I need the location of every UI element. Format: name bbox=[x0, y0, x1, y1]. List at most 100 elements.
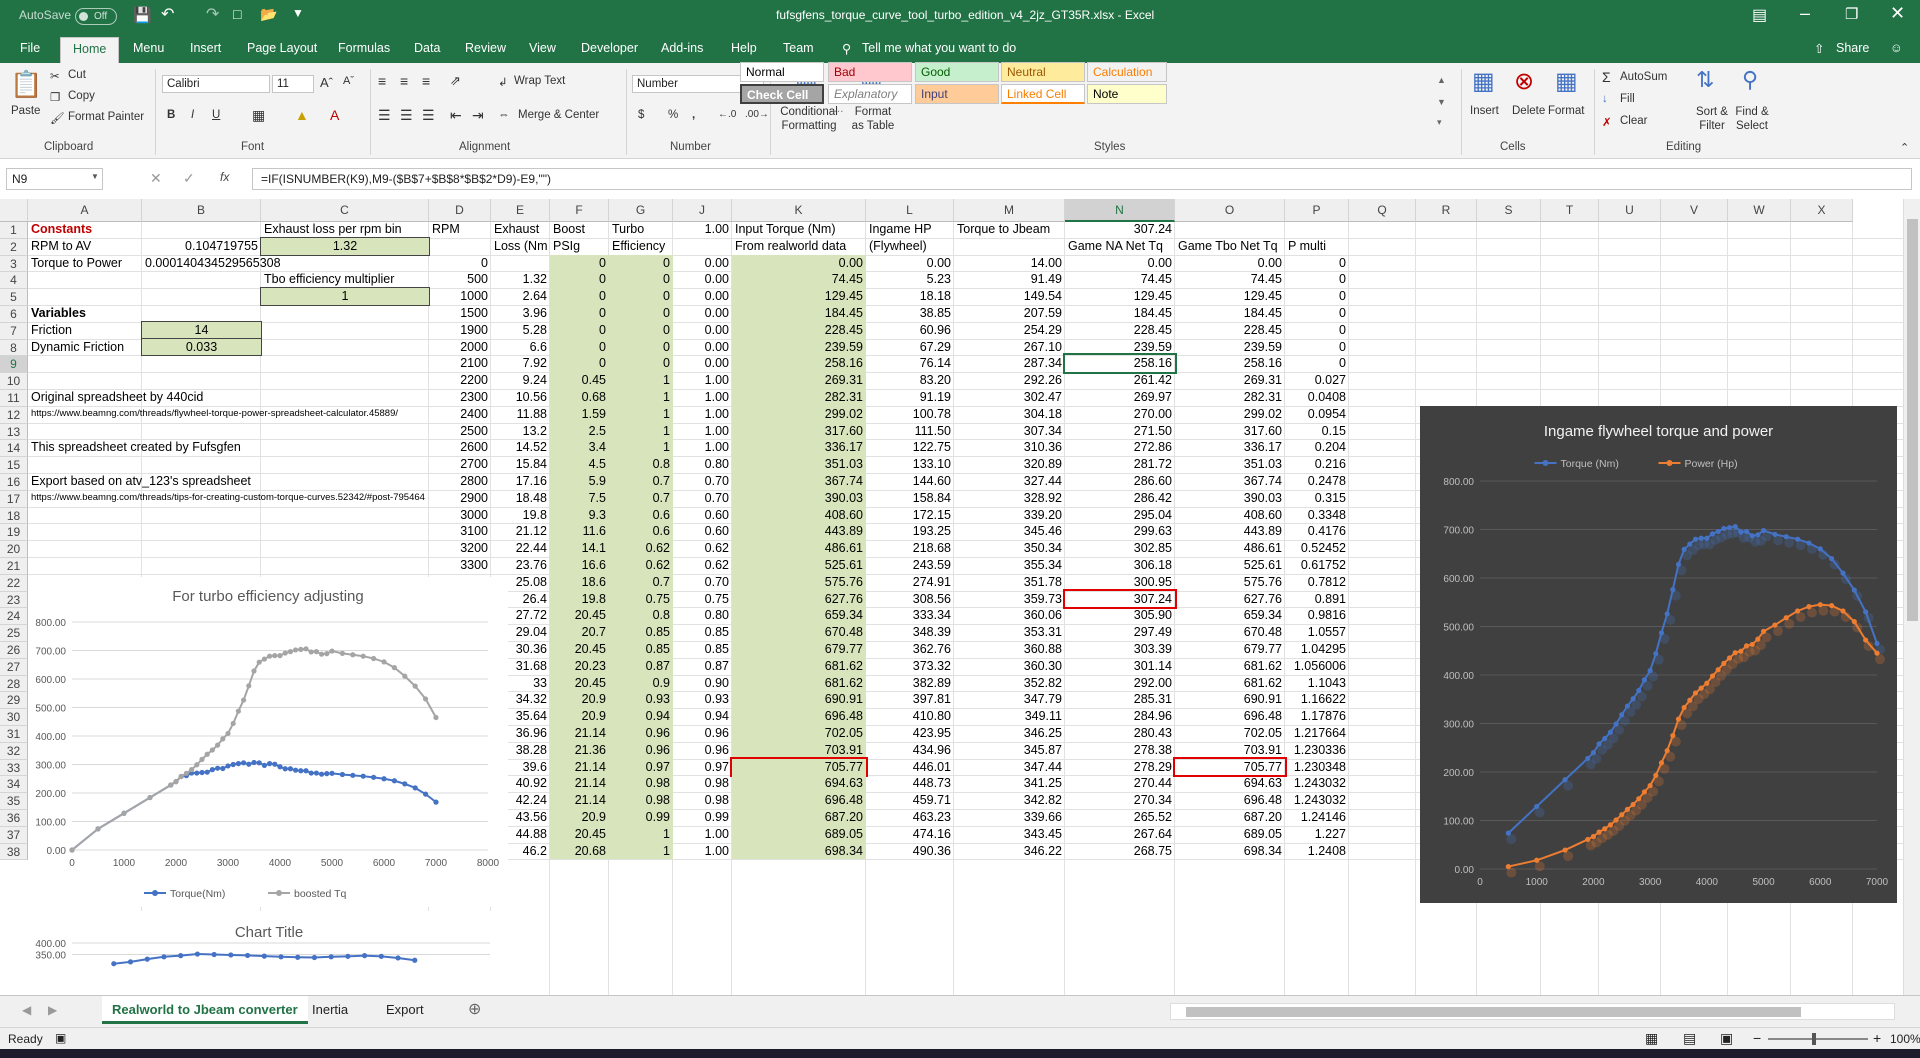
cell-style-input[interactable]: Input bbox=[915, 84, 999, 104]
cell-d18[interactable]: 3000 bbox=[429, 507, 491, 524]
column-header-x[interactable]: X bbox=[1791, 199, 1853, 222]
undo-icon[interactable]: ↶ bbox=[161, 4, 174, 24]
cell-g28[interactable]: 0.9 bbox=[609, 674, 673, 692]
column-header-b[interactable]: B bbox=[142, 199, 261, 222]
borders-icon[interactable]: ▦ bbox=[252, 107, 265, 124]
cell-p5[interactable]: 0 bbox=[1285, 288, 1349, 305]
formula-input[interactable]: =IF(ISNUMBER(K9),M9-($B$7+$B$8*$B$2*D9)-… bbox=[252, 168, 1912, 190]
cell-o11[interactable]: 282.31 bbox=[1175, 389, 1285, 406]
cell-k37[interactable]: 689.05 bbox=[732, 825, 866, 843]
cell-j13[interactable]: 1.00 bbox=[673, 423, 732, 440]
chart-0[interactable]: For turbo efficiency adjusting 0.00 100.00… bbox=[28, 577, 508, 907]
cell-m27[interactable]: 360.30 bbox=[954, 658, 1065, 675]
row-header-22[interactable]: 22 bbox=[0, 574, 28, 592]
cell-n22[interactable]: 300.95 bbox=[1065, 574, 1175, 591]
decrease-indent-icon[interactable]: ⇤ bbox=[450, 107, 462, 124]
row-header-6[interactable]: 6 bbox=[0, 306, 28, 323]
cell-k32[interactable]: 703.91 bbox=[732, 741, 866, 759]
cell-e15[interactable]: 15.84 bbox=[491, 456, 550, 473]
cell-f16[interactable]: 5.9 bbox=[550, 473, 609, 490]
cell-f14[interactable]: 3.4 bbox=[550, 439, 609, 457]
cell-d19[interactable]: 3100 bbox=[429, 523, 491, 540]
row-header-33[interactable]: 33 bbox=[0, 759, 28, 777]
cell-g3[interactable]: 0 bbox=[609, 254, 673, 272]
cell-l28[interactable]: 382.89 bbox=[866, 675, 954, 692]
font-color-icon[interactable]: A bbox=[330, 107, 339, 123]
cell-l17[interactable]: 158.84 bbox=[866, 490, 954, 507]
cell-l10[interactable]: 83.20 bbox=[866, 372, 954, 389]
cell-b3[interactable]: 0.000140434529565308 bbox=[142, 255, 281, 272]
cancel-entry-icon[interactable]: ✕ bbox=[150, 170, 162, 187]
cell-k33[interactable]: 705.77 bbox=[730, 756, 868, 778]
cell-l25[interactable]: 348.39 bbox=[866, 624, 954, 641]
cell-e6[interactable]: 3.96 bbox=[491, 305, 550, 322]
name-box-dropdown-icon[interactable]: ▼ bbox=[91, 172, 99, 181]
cell-f7[interactable]: 0 bbox=[550, 321, 609, 339]
cell-f2[interactable]: PSIg bbox=[550, 238, 609, 255]
customize-qat-icon[interactable]: ▼ bbox=[292, 6, 304, 20]
cell-f37[interactable]: 20.45 bbox=[550, 825, 609, 843]
conditional-formatting-button[interactable]: Conditional Formatting bbox=[778, 105, 840, 133]
cell-j5[interactable]: 0.00 bbox=[673, 288, 732, 305]
cell-style-bad[interactable]: Bad bbox=[828, 62, 912, 82]
cell-f4[interactable]: 0 bbox=[550, 271, 609, 289]
cell-o13[interactable]: 317.60 bbox=[1175, 423, 1285, 440]
cell-f38[interactable]: 20.68 bbox=[550, 842, 609, 860]
cell-f17[interactable]: 7.5 bbox=[550, 489, 609, 507]
cell-j18[interactable]: 0.60 bbox=[673, 507, 732, 524]
cell-n17[interactable]: 286.42 bbox=[1065, 490, 1175, 507]
cell-j9[interactable]: 0.00 bbox=[673, 355, 732, 372]
add-sheet-icon[interactable]: ⊕ bbox=[468, 999, 481, 1019]
cell-o34[interactable]: 694.63 bbox=[1175, 775, 1285, 792]
cell-o22[interactable]: 575.76 bbox=[1175, 574, 1285, 591]
row-header-32[interactable]: 32 bbox=[0, 742, 28, 760]
column-header-e[interactable]: E bbox=[491, 199, 550, 222]
cell-j14[interactable]: 1.00 bbox=[673, 439, 732, 456]
chart-2[interactable]: Chart Title 350.00 400.00 bbox=[28, 911, 510, 995]
cell-g34[interactable]: 0.98 bbox=[609, 775, 673, 793]
cell-style-explanatory[interactable]: Explanatory ... bbox=[828, 84, 912, 115]
cell-d13[interactable]: 2500 bbox=[429, 423, 491, 440]
cell-f3[interactable]: 0 bbox=[550, 254, 609, 272]
cell-p20[interactable]: 0.52452 bbox=[1285, 540, 1349, 557]
cell-d12[interactable]: 2400 bbox=[429, 406, 491, 423]
cell-p19[interactable]: 0.4176 bbox=[1285, 523, 1349, 540]
cell-e9[interactable]: 7.92 bbox=[491, 355, 550, 372]
cell-style-linked-cell[interactable]: Linked Cell bbox=[1001, 84, 1085, 104]
cell-m14[interactable]: 310.36 bbox=[954, 439, 1065, 456]
wrap-text-button[interactable]: Wrap Text bbox=[514, 75, 565, 87]
cell-l1[interactable]: Ingame HP bbox=[866, 221, 954, 238]
row-header-28[interactable]: 28 bbox=[0, 675, 28, 693]
cell-o10[interactable]: 269.31 bbox=[1175, 372, 1285, 389]
cell-k35[interactable]: 696.48 bbox=[732, 792, 866, 809]
cell-j17[interactable]: 0.70 bbox=[673, 490, 732, 507]
delete-cells-icon[interactable]: ⊗ bbox=[1514, 67, 1534, 96]
cell-k23[interactable]: 627.76 bbox=[732, 590, 866, 608]
cell-e1[interactable]: Exhaust bbox=[491, 221, 550, 238]
italic-button[interactable]: I bbox=[191, 109, 194, 121]
cell-m36[interactable]: 339.66 bbox=[954, 809, 1065, 826]
cell-a16[interactable]: Export based on atv_123's spreadsheet bbox=[28, 473, 251, 490]
cell-n6[interactable]: 184.45 bbox=[1065, 305, 1175, 322]
cell-g24[interactable]: 0.8 bbox=[609, 607, 673, 625]
cell-n21[interactable]: 306.18 bbox=[1065, 557, 1175, 574]
copy-button[interactable]: Copy bbox=[68, 90, 95, 102]
cell-p34[interactable]: 1.243032 bbox=[1285, 775, 1349, 792]
cell-j29[interactable]: 0.93 bbox=[673, 691, 732, 708]
cell-f30[interactable]: 20.9 bbox=[550, 708, 609, 725]
cell-e21[interactable]: 23.76 bbox=[491, 557, 550, 574]
cell-a3[interactable]: Torque to Power bbox=[28, 255, 142, 272]
cell-e2[interactable]: Loss (Nm bbox=[491, 238, 550, 255]
cell-n16[interactable]: 286.60 bbox=[1065, 473, 1175, 490]
cell-n4[interactable]: 74.45 bbox=[1065, 271, 1175, 288]
column-header-k[interactable]: K bbox=[732, 199, 866, 222]
cell-n35[interactable]: 270.34 bbox=[1065, 792, 1175, 809]
cell-f5[interactable]: 0 bbox=[550, 288, 609, 305]
cell-m4[interactable]: 91.49 bbox=[954, 271, 1065, 288]
tab-page-layout[interactable]: Page Layout bbox=[247, 41, 317, 55]
cell-m33[interactable]: 347.44 bbox=[954, 759, 1065, 776]
row-header-20[interactable]: 20 bbox=[0, 541, 28, 558]
row-header-9[interactable]: 9 bbox=[0, 356, 28, 374]
cell-k20[interactable]: 486.61 bbox=[732, 540, 866, 557]
open-folder-icon[interactable]: 📂 bbox=[260, 6, 277, 23]
